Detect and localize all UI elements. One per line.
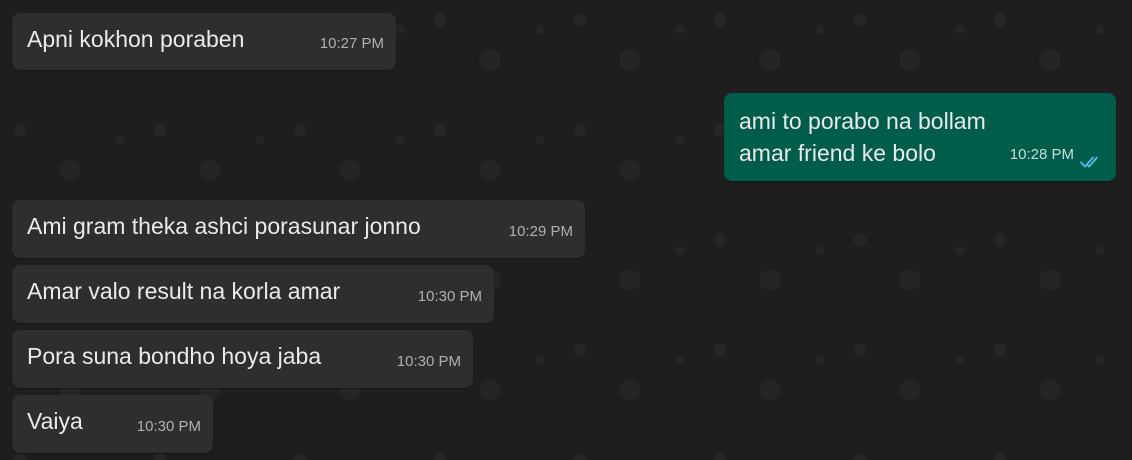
double-check-read-icon	[1080, 156, 1098, 168]
message-bubble-incoming[interactable]: Apni kokhon poraben 10:27 PM	[12, 13, 396, 70]
message-timestamp: 10:29 PM	[508, 223, 573, 240]
message-bubble-incoming[interactable]: Ami gram theka ashci porasunar jonno 10:…	[12, 200, 585, 258]
message-text: Vaiya	[27, 408, 83, 434]
message-text: Amar valo result na korla amar	[27, 278, 341, 304]
message-text: Apni kokhon poraben	[27, 26, 245, 52]
message-timestamp: 10:30 PM	[417, 288, 482, 305]
message-timestamp: 10:30 PM	[396, 353, 461, 370]
message-bubble-outgoing[interactable]: ami to porabo na bollam amar friend ke b…	[724, 93, 1116, 181]
message-text: Ami gram theka ashci porasunar jonno	[27, 213, 421, 239]
message-timestamp: 10:27 PM	[319, 35, 384, 52]
message-text: ami to porabo na bollam amar friend ke b…	[739, 108, 986, 166]
message-bubble-incoming[interactable]: Vaiya 10:30 PM	[12, 395, 213, 453]
message-timestamp: 10:30 PM	[136, 418, 201, 435]
chat-panel: Apni kokhon poraben 10:27 PM ami to pora…	[0, 0, 1132, 460]
message-text: Pora suna bondho hoya jaba	[27, 343, 322, 369]
message-bubble-incoming[interactable]: Amar valo result na korla amar 10:30 PM	[12, 265, 494, 323]
message-timestamp: 10:28 PM	[1009, 146, 1074, 163]
message-bubble-incoming[interactable]: Pora suna bondho hoya jaba 10:30 PM	[12, 330, 473, 388]
